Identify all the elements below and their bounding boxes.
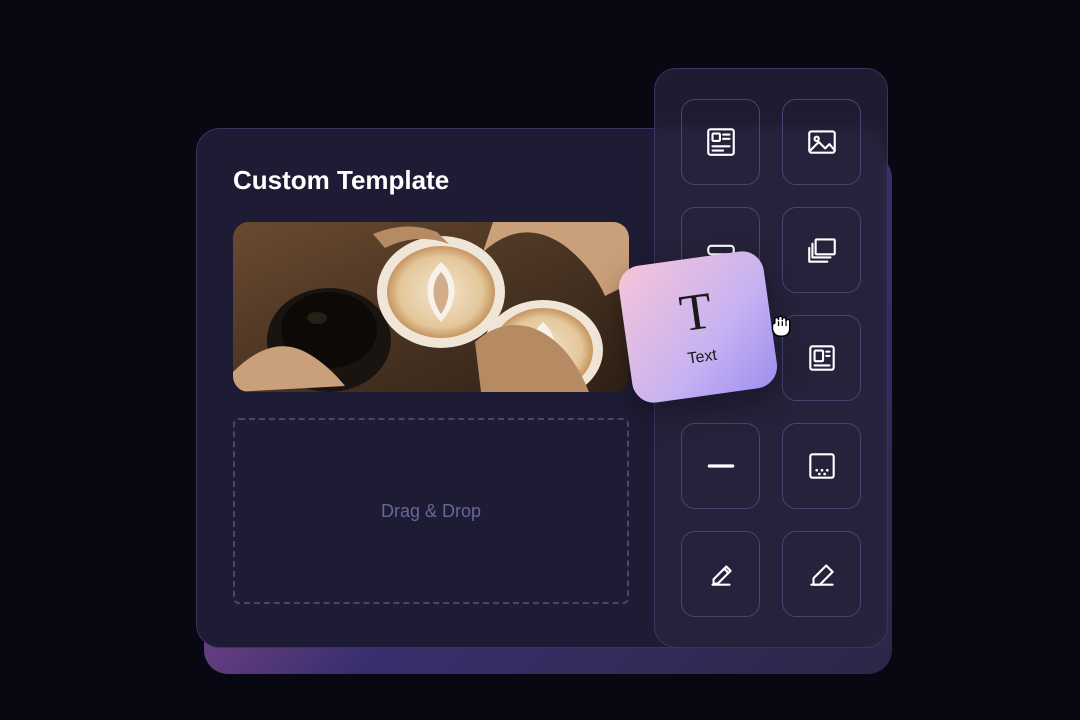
signature-icon	[704, 557, 738, 591]
tool-stack[interactable]	[782, 207, 861, 293]
dropzone-label: Drag & Drop	[381, 501, 481, 522]
image-icon	[805, 125, 839, 159]
tool-divider[interactable]	[681, 423, 760, 509]
divider-icon	[704, 449, 738, 483]
spacer-dots-icon	[805, 449, 839, 483]
tool-rich-text[interactable]	[681, 99, 760, 185]
dragged-text-component[interactable]: T Text	[616, 249, 780, 406]
tool-edit-box[interactable]	[782, 531, 861, 617]
tool-spacer-dots[interactable]	[782, 423, 861, 509]
edit-box-icon	[805, 557, 839, 591]
dragged-card-label: Text	[687, 347, 719, 369]
rich-text-icon	[704, 125, 738, 159]
tool-signature[interactable]	[681, 531, 760, 617]
layout-block-icon	[805, 341, 839, 375]
stack-icon	[805, 233, 839, 267]
grab-hand-cursor-icon	[764, 310, 794, 340]
template-preview-image[interactable]	[233, 222, 629, 392]
text-glyph-icon: T	[677, 285, 716, 341]
tool-image[interactable]	[782, 99, 861, 185]
dropzone[interactable]: Drag & Drop	[233, 418, 629, 604]
